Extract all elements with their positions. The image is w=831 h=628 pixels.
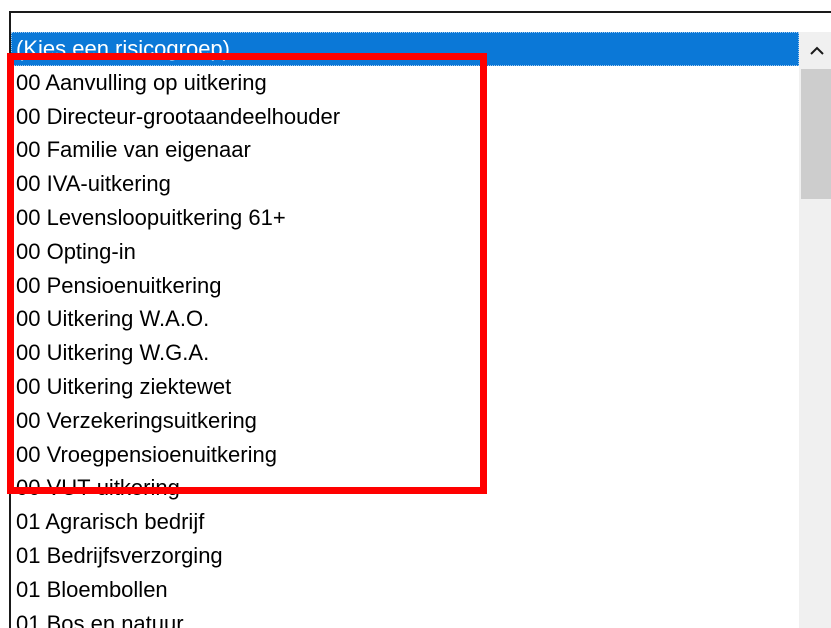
- list-item[interactable]: 01 Bos en natuur: [11, 607, 799, 628]
- list-item[interactable]: 00 Uitkering W.G.A.: [11, 336, 799, 370]
- list-item-placeholder[interactable]: (Kies een risicogroep): [11, 32, 799, 66]
- list-item[interactable]: 00 VUT-uitkering: [11, 471, 799, 505]
- screenshot-frame: (Kies een risicogroep) 00 Aanvulling op …: [0, 0, 831, 628]
- scrollbar-thumb[interactable]: [801, 69, 831, 199]
- list-item[interactable]: 01 Agrarisch bedrijf: [11, 505, 799, 539]
- list-item[interactable]: 00 Aanvulling op uitkering: [11, 66, 799, 100]
- list-item[interactable]: 01 Bedrijfsverzorging: [11, 539, 799, 573]
- list-item[interactable]: 00 IVA-uitkering: [11, 167, 799, 201]
- list-item[interactable]: 00 Directeur-grootaandeelhouder: [11, 100, 799, 134]
- list-item[interactable]: 00 Opting-in: [11, 235, 799, 269]
- list-item[interactable]: 01 Bloembollen: [11, 573, 799, 607]
- list-item[interactable]: 00 Uitkering W.A.O.: [11, 302, 799, 336]
- risk-group-list: (Kies een risicogroep) 00 Aanvulling op …: [11, 32, 799, 628]
- list-item[interactable]: 00 Uitkering ziektewet: [11, 370, 799, 404]
- list-item[interactable]: 00 Pensioenuitkering: [11, 269, 799, 303]
- chevron-up-icon: [810, 46, 824, 55]
- list-item[interactable]: 00 Levensloopuitkering 61+: [11, 201, 799, 235]
- list-item[interactable]: 00 Vroegpensioenuitkering: [11, 438, 799, 472]
- scroll-up-button[interactable]: [799, 32, 831, 68]
- list-item[interactable]: 00 Familie van eigenaar: [11, 133, 799, 167]
- list-item[interactable]: 00 Verzekeringsuitkering: [11, 404, 799, 438]
- vertical-scrollbar[interactable]: [799, 32, 831, 628]
- risk-group-listbox[interactable]: (Kies een risicogroep) 00 Aanvulling op …: [9, 11, 831, 628]
